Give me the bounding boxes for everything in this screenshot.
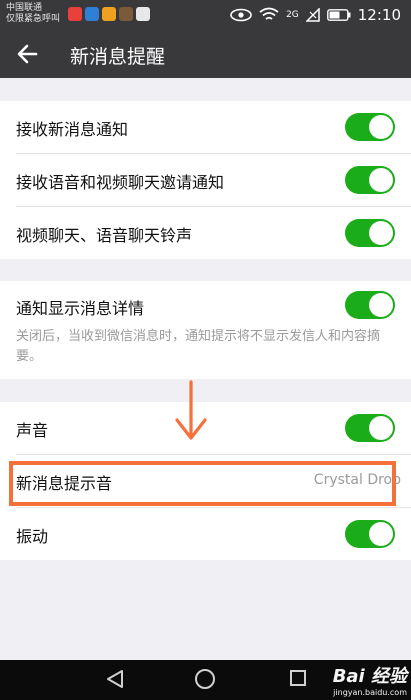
navigation-bar: Bai 经验 jingyan.baidu.com: [0, 660, 411, 700]
app-icon: [85, 7, 99, 21]
watermark-url: jingyan.baidu.com: [333, 688, 407, 697]
carrier-info: 中国联通 仅限紧急呼叫: [6, 3, 60, 25]
setting-label: 振动: [16, 527, 49, 546]
nav-back-icon[interactable]: [104, 668, 126, 690]
wifi-icon: [259, 7, 279, 20]
app-icon: [136, 7, 150, 21]
network-type: 2G: [286, 10, 299, 20]
status-bar: 中国联通 仅限紧急呼叫 2G 12:10: [0, 0, 411, 30]
setting-row-receive-new-message[interactable]: 接收新消息通知: [0, 101, 411, 153]
battery-icon: [326, 9, 351, 21]
signal-icon: [305, 8, 320, 22]
setting-row-call-ringtone[interactable]: 视频聊天、语音聊天铃声: [0, 207, 411, 259]
carrier-name: 中国联通: [6, 3, 43, 13]
arrow-left-icon: [17, 44, 38, 64]
toggle-switch-on[interactable]: [345, 291, 395, 319]
nav-recent-icon[interactable]: [290, 670, 306, 686]
toggle-switch-on[interactable]: [345, 113, 395, 141]
carrier-emergency: 仅限紧急呼叫: [6, 14, 61, 24]
page-title: 新消息提醒: [70, 46, 166, 68]
setting-label: 视频聊天、语音聊天铃声: [16, 226, 193, 245]
notification-icons: [68, 7, 150, 21]
setting-row-show-details[interactable]: 通知显示消息详情 关闭后，当收到微信消息时，通知提示将不显示发信人和内容摘要。: [0, 281, 411, 379]
setting-label: 通知显示消息详情: [16, 299, 145, 318]
setting-label: 声音: [16, 421, 49, 440]
app-icon: [102, 7, 116, 21]
toggle-switch-on[interactable]: [345, 520, 395, 548]
toggle-switch-on[interactable]: [345, 166, 395, 194]
chrome-icon: [68, 7, 82, 21]
clock: 12:10: [357, 6, 401, 24]
setting-label: 接收新消息通知: [16, 120, 129, 139]
setting-row-vibrate[interactable]: 振动: [0, 508, 411, 560]
toggle-switch-on[interactable]: [345, 219, 395, 247]
app-icon: [119, 7, 133, 21]
setting-label: 接收语音和视频聊天邀请通知: [16, 173, 225, 192]
toggle-switch-on[interactable]: [345, 414, 395, 442]
watermark-brand: Bai 经验: [332, 666, 407, 687]
setting-row-receive-call-invite[interactable]: 接收语音和视频聊天邀请通知: [0, 154, 411, 206]
status-icons: 2G 12:10: [230, 5, 401, 25]
watermark-logo: Bai 经验 jingyan.baidu.com: [333, 662, 407, 697]
nav-home-icon[interactable]: [195, 669, 215, 689]
settings-group-details: 通知显示消息详情 关闭后，当收到微信消息时，通知提示将不显示发信人和内容摘要。: [0, 281, 411, 379]
highlight-box: [9, 461, 396, 506]
eye-icon: [230, 8, 252, 22]
setting-description: 关闭后，当收到微信消息时，通知提示将不显示发信人和内容摘要。: [16, 329, 381, 364]
back-button[interactable]: [14, 40, 42, 68]
toolbar: 新消息提醒: [0, 30, 411, 78]
arrow-down-icon: [175, 380, 207, 440]
settings-group-notifications: 接收新消息通知 接收语音和视频聊天邀请通知 视频聊天、语音聊天铃声: [0, 101, 411, 259]
